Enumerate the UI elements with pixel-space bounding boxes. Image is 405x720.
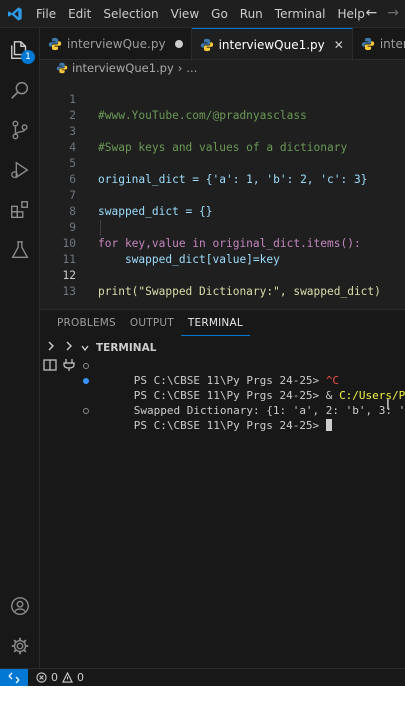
terminal-output[interactable]: PS C:\CBSE 11\Py Prgs 24-25> ^C PS C:\CB… — [80, 358, 405, 658]
breadcrumb-file[interactable]: interviewQue1.py — [72, 61, 174, 75]
command-status-icon[interactable] — [83, 408, 89, 414]
forward-arrow-icon[interactable]: → — [387, 5, 399, 21]
python-file-icon — [200, 38, 213, 51]
tab-output[interactable]: OUTPUT — [123, 310, 181, 336]
tab-interviewq2[interactable]: interviewQ2.py — [353, 28, 405, 59]
vscode-logo-icon — [0, 0, 30, 28]
chevron-right-icon[interactable] — [64, 340, 74, 352]
menu-go[interactable]: Go — [205, 7, 234, 21]
bottom-panel: PROBLEMS OUTPUT TERMINAL TERMINAL PS C:\… — [40, 309, 405, 668]
tab-terminal[interactable]: TERMINAL — [180, 310, 250, 336]
source-control-icon[interactable] — [0, 110, 40, 150]
tab-label: interviewQue1.py — [218, 37, 325, 52]
explorer-icon[interactable]: 1 — [0, 30, 40, 70]
command-status-icon[interactable] — [83, 363, 89, 369]
menu-run[interactable]: Run — [234, 7, 269, 21]
status-bar: 0 0 — [0, 668, 405, 687]
terminal-prompt: PS C:\CBSE 11\Py Prgs 24-25> — [133, 419, 326, 432]
code-line: 1 #www.YouTube.com/@pradnyasclass — [40, 76, 405, 122]
breadcrumb: interviewQue1.py › ... — [40, 60, 405, 76]
back-arrow-icon[interactable]: ← — [366, 5, 378, 21]
tab-problems[interactable]: PROBLEMS — [50, 310, 123, 336]
terminal-line: PS C:\CBSE 11\Py Prgs 24-25> & C:/Users/… — [80, 373, 405, 402]
code-line: 10 swapped_dict[value]=key — [40, 220, 405, 266]
terminal-sidebar — [40, 338, 78, 669]
title-bar: File Edit Selection View Go Run Terminal… — [0, 0, 405, 28]
code-line: 4 — [40, 124, 405, 154]
chevron-right-icon[interactable] — [46, 340, 56, 352]
breadcrumb-more[interactable]: ... — [186, 61, 197, 75]
warning-icon — [62, 672, 73, 683]
warning-count: 0 — [77, 671, 84, 684]
menu-terminal[interactable]: Terminal — [269, 7, 332, 21]
code-line: 2 — [40, 92, 405, 122]
code-line-current: 12 print("Swapped Dictionary:", swapped_… — [40, 252, 405, 298]
error-icon — [36, 672, 47, 683]
terminal-line: Swapped Dictionary: {1: 'a', 2: 'b', 3: … — [80, 388, 405, 417]
menu-file[interactable]: File — [30, 7, 62, 21]
mouse-ibeam-cursor-icon: I — [386, 398, 390, 413]
tab-interviewque[interactable]: interviewQue.py — [40, 28, 192, 59]
code-line: 5 original_dict = {'a': 1, 'b': 2, 'c': … — [40, 140, 405, 186]
settings-gear-icon[interactable] — [0, 626, 40, 666]
code-line: 13 — [40, 268, 405, 298]
menu-bar: File Edit Selection View Go Run Terminal… — [30, 7, 371, 21]
close-tab-icon[interactable]: ✕ — [334, 38, 344, 52]
unsaved-dot-icon[interactable] — [174, 40, 183, 48]
error-count: 0 — [51, 671, 58, 684]
editor-tabs: interviewQue.py interviewQue1.py ✕ inter… — [40, 28, 405, 60]
extensions-icon[interactable] — [0, 190, 40, 230]
run-debug-icon[interactable] — [0, 150, 40, 190]
terminal-line: PS C:\CBSE 11\Py Prgs 24-25> — [80, 403, 405, 432]
tab-label: interviewQue.py — [67, 37, 166, 51]
python-file-icon — [56, 62, 68, 74]
code-line: 14 — [40, 296, 405, 308]
explorer-badge: 1 — [21, 50, 35, 64]
python-file-icon — [361, 37, 374, 51]
chevron-down-icon[interactable] — [80, 343, 90, 353]
problems-status[interactable]: 0 0 — [28, 671, 84, 684]
code-line: 8 — [40, 188, 405, 218]
code-line: 11 — [40, 236, 405, 266]
terminal-title: TERMINAL — [96, 342, 157, 354]
indent-guide — [100, 220, 101, 236]
menu-edit[interactable]: Edit — [62, 7, 97, 21]
command-status-icon[interactable] — [83, 378, 89, 384]
menu-view[interactable]: View — [165, 7, 205, 21]
blank-area — [0, 686, 405, 720]
code-line: 9 for key,value in original_dict.items()… — [40, 204, 405, 250]
tab-label: interviewQ2.py — [379, 37, 405, 51]
code-line: 7 swapped_dict = {} — [40, 172, 405, 218]
search-icon[interactable] — [0, 70, 40, 110]
panel-tabs: PROBLEMS OUTPUT TERMINAL — [40, 310, 405, 336]
terminal-split-icon[interactable] — [43, 358, 57, 372]
account-icon[interactable] — [0, 586, 40, 626]
code-line: 6 — [40, 156, 405, 186]
code-editor[interactable]: 1 #www.YouTube.com/@pradnyasclass 2 3 #S… — [40, 76, 405, 308]
terminal-header: TERMINAL — [80, 338, 405, 358]
plug-icon[interactable] — [62, 358, 76, 372]
python-file-icon — [48, 37, 62, 51]
breadcrumb-separator-icon: › — [177, 61, 183, 75]
activity-bar: 1 — [0, 28, 40, 668]
tab-interviewque1[interactable]: interviewQue1.py ✕ — [191, 28, 353, 59]
testing-flask-icon[interactable] — [0, 230, 40, 270]
menu-selection[interactable]: Selection — [97, 7, 164, 21]
terminal-line: PS C:\CBSE 11\Py Prgs 24-25> ^C — [80, 358, 405, 387]
terminal-cursor — [325, 419, 332, 431]
remote-indicator-icon[interactable] — [0, 668, 28, 687]
navigation-arrows: ← → — [366, 5, 399, 21]
code-line: 3 #Swap keys and values of a dictionary — [40, 108, 405, 154]
